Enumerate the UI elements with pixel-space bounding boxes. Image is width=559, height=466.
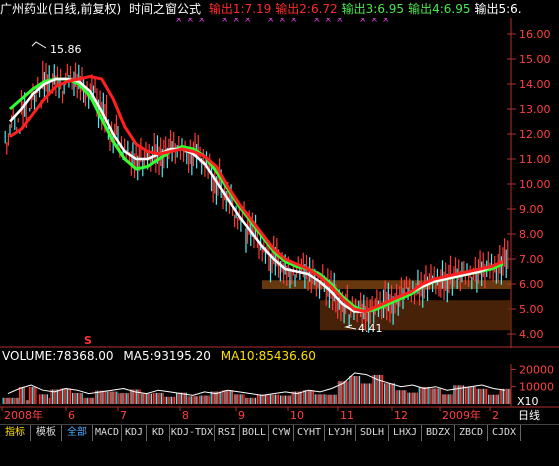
signal-marker: × [359, 18, 367, 25]
signal-marker: × [221, 18, 229, 25]
signal-marker: × [371, 18, 379, 25]
volume-header: VOLUME:78368.00 MA5:93195.20 MA10:85436.… [2, 348, 316, 364]
support-band [262, 280, 511, 289]
tab-bdzx[interactable]: BDZX [422, 425, 455, 441]
price-tick-label: 6.00 [519, 278, 544, 291]
tab-模板[interactable]: 模板 [31, 425, 62, 441]
signal-marker: × [279, 18, 287, 25]
signal-marker: × [244, 18, 252, 25]
tab-kdj[interactable]: KDJ [122, 425, 147, 441]
high-annotation: 15.86 [50, 43, 82, 56]
tab-macd[interactable]: MACD [93, 425, 122, 441]
date-tick-label: 2008年 [4, 408, 43, 422]
date-tick-label: 2009年 [442, 408, 481, 422]
price-tick-label: 15.00 [519, 53, 551, 66]
date-tick-label: 10 [290, 409, 304, 422]
tab-cyht[interactable]: CYHT [294, 425, 325, 441]
date-tick-label: 7 [120, 409, 127, 422]
tab-boll[interactable]: BOLL [240, 425, 269, 441]
price-tick-label: 14.00 [519, 78, 551, 91]
tab-指标[interactable]: 指标 [0, 425, 31, 441]
price-chart[interactable]: 16.00 15.00 14.00 13.00 12.00 11.00 10.00 9.00 8… [0, 18, 559, 348]
price-tick-label: 12.00 [519, 128, 551, 141]
price-tick-label: 11.00 [519, 153, 551, 166]
date-tick-label: 8 [182, 409, 189, 422]
indicator-outputs: 输出1:7.19 输出2:6.72 输出3:6.95 输出4:6.95 输出5:6. [205, 0, 522, 18]
price-tick-label: 4.00 [519, 328, 544, 341]
tab-lyjh[interactable]: LYJH [325, 425, 356, 441]
date-tick-label: 12 [394, 409, 408, 422]
volume-scale-label: X10 [517, 395, 539, 406]
price-tick-label: 9.00 [519, 203, 544, 216]
tab-cyw[interactable]: CYW [269, 425, 294, 441]
output-1: 输出1:7.19 [208, 2, 272, 16]
ma5-label: MA5: [123, 349, 154, 363]
tab-全部[interactable]: 全部 [62, 425, 93, 441]
output-2: 输出2:6.72 [275, 2, 338, 16]
volume-tick-label: 10000 [519, 381, 554, 394]
signal-marker: × [336, 18, 344, 25]
tab-zbcd[interactable]: ZBCD [455, 425, 488, 441]
ma10-value: 85436.60 [258, 349, 316, 363]
period-label: 日线 [518, 408, 540, 422]
date-axis: 2008年 6 7 8 9 10 11 12 2009年 2 日线 [0, 406, 559, 422]
volume-label: VOLUME: [2, 349, 57, 363]
volume-value: 78368.00 [56, 349, 114, 363]
tab-sdlh[interactable]: SDLH [356, 425, 389, 441]
tab-kd[interactable]: KD [147, 425, 170, 441]
price-tick-label: 16.00 [519, 28, 551, 41]
chart-title-bar: 广州药业(日线,前复权) 时间之窗公式 输出1:7.19 输出2:6.72 输出3:… [0, 0, 559, 18]
tab-cjdx[interactable]: CJDX [488, 425, 521, 441]
ma5-value: 93195.20 [153, 349, 211, 363]
signal-marker: × [187, 18, 195, 25]
signal-marker: × [382, 18, 390, 25]
volume-chart[interactable]: 20000 10000X10 [0, 364, 559, 406]
price-tick-label: 8.00 [519, 228, 544, 241]
output-5: 输出5:6. [474, 2, 522, 16]
price-tick-label: 10.00 [519, 178, 551, 191]
low-annotation: 4.41 [358, 322, 383, 335]
ma10-label: MA10: [220, 349, 259, 363]
price-tick-label: 13.00 [519, 103, 551, 116]
signal-marker: × [290, 18, 298, 25]
output-3: 输出3:6.95 [341, 2, 405, 16]
signal-s-annotation: S [84, 334, 92, 347]
output-4: 输出4:6.95 [408, 2, 471, 16]
volume-tick-label: 20000 [519, 364, 554, 376]
indicator-name: 时间之窗公式 [129, 2, 202, 16]
date-tick-label: 9 [238, 409, 245, 422]
date-tick-label: 2 [492, 409, 499, 422]
signal-marker: × [313, 18, 321, 25]
signal-marker: × [325, 18, 333, 25]
stock-title: 广州药业(日线,前复权) [0, 2, 122, 16]
tab-kdj-tdx[interactable]: KDJ-TDX [170, 425, 215, 441]
signal-marker: × [175, 18, 183, 25]
price-tick-label: 7.00 [519, 253, 544, 266]
high-pointer [31, 41, 47, 49]
signal-marker: × [267, 18, 275, 25]
date-tick-label: 11 [340, 409, 354, 422]
indicator-tab-bar: 指标 模板 全部 MACD KDJ KD KDJ-TDX RSI BOLL CYW CYHT LYJH… [0, 424, 559, 442]
date-tick-label: 6 [68, 409, 75, 422]
signal-marker: × [233, 18, 241, 25]
signal-marker: × [198, 18, 206, 25]
tab-rsi[interactable]: RSI [215, 425, 240, 441]
tab-lhxj[interactable]: LHXJ [389, 425, 422, 441]
price-tick-label: 5.00 [519, 303, 544, 316]
